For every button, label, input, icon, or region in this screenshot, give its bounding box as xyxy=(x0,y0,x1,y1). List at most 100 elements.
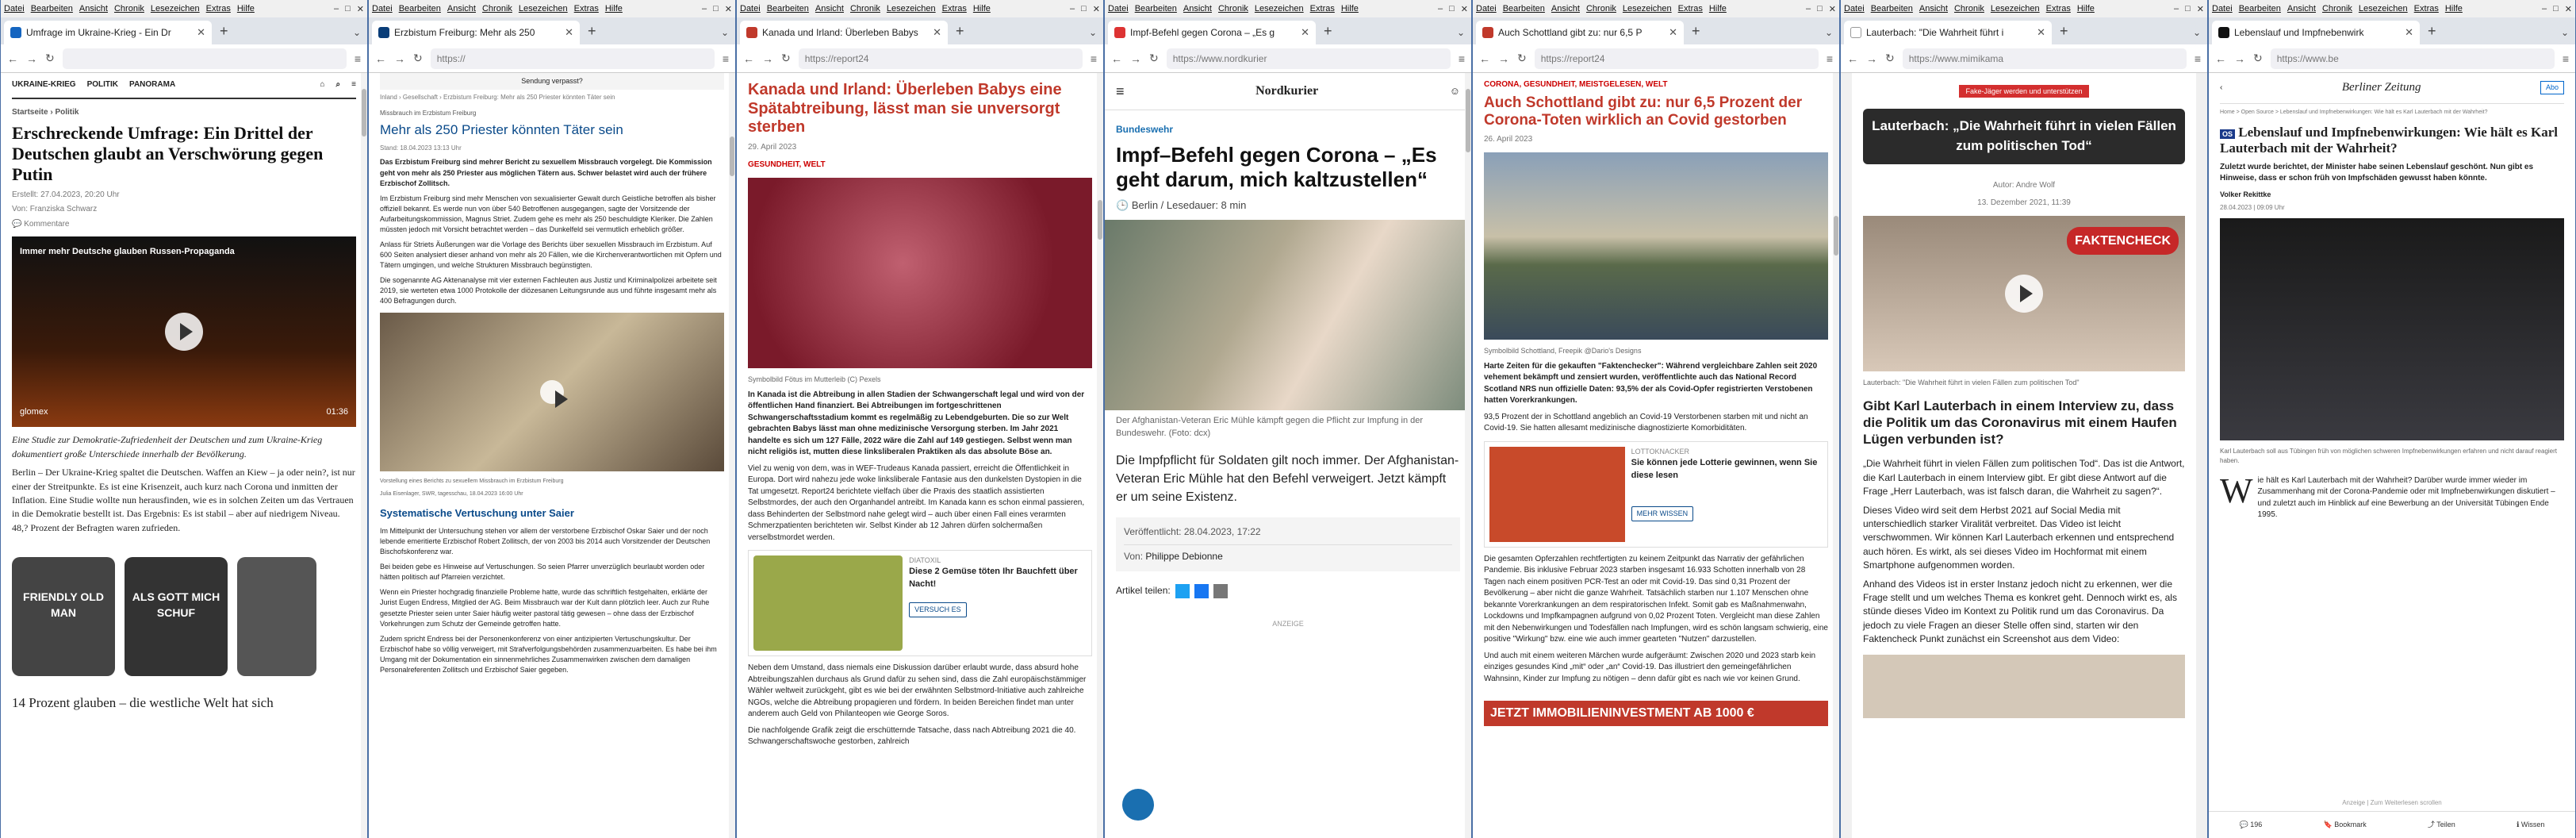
menu-history[interactable]: Chronik xyxy=(482,4,512,13)
reload-icon[interactable]: ↻ xyxy=(781,52,791,65)
product-ad[interactable]: FRIENDLY OLD MAN ALS GOTT MICH SCHUF xyxy=(12,557,356,677)
minimize-icon[interactable]: – xyxy=(2542,4,2547,14)
shirt-ad-1[interactable]: FRIENDLY OLD MAN xyxy=(12,557,115,677)
menu-help[interactable]: Hilfe xyxy=(1341,4,1359,13)
menu-icon[interactable]: ≡ xyxy=(723,52,729,65)
back-icon[interactable]: ← xyxy=(2215,52,2226,65)
new-tab-icon[interactable]: + xyxy=(1319,23,1337,44)
menu-bookmarks[interactable]: Lesezeichen xyxy=(887,4,936,13)
menu-edit[interactable]: Bearbeiten xyxy=(399,4,441,13)
menu-icon[interactable]: ≡ xyxy=(1091,52,1097,65)
menu-tools[interactable]: Extras xyxy=(942,4,967,13)
url-bar[interactable]: https://www.mimikama xyxy=(1902,48,2187,69)
menu-tools[interactable]: Extras xyxy=(2414,4,2439,13)
menu-help[interactable]: Hilfe xyxy=(1709,4,1727,13)
bookmark-button[interactable]: 🔖 Bookmark xyxy=(2324,820,2367,830)
video-player[interactable]: Immer mehr Deutsche glauben Russen-Propa… xyxy=(12,236,356,428)
email-icon[interactable] xyxy=(1213,583,1228,598)
comments-link[interactable]: 💬 Kommentare xyxy=(12,219,356,231)
menu-history[interactable]: Chronik xyxy=(1586,4,1616,13)
menu-edit[interactable]: Bearbeiten xyxy=(1871,4,1913,13)
site-logo[interactable]: Nordkurier xyxy=(1125,82,1450,100)
play-icon[interactable] xyxy=(540,380,568,409)
play-icon[interactable] xyxy=(2005,274,2043,313)
back-icon[interactable]: ← xyxy=(1847,52,1858,65)
scrollbar[interactable] xyxy=(1097,73,1103,838)
close-window-icon[interactable]: ✕ xyxy=(2197,4,2204,14)
maximize-icon[interactable]: □ xyxy=(2553,4,2559,14)
close-window-icon[interactable]: ✕ xyxy=(357,4,364,14)
menu-bookmarks[interactable]: Lesezeichen xyxy=(151,4,200,13)
menu-edit[interactable]: Bearbeiten xyxy=(767,4,809,13)
back-icon[interactable]: ← xyxy=(7,52,18,65)
minimize-icon[interactable]: – xyxy=(1070,4,1075,14)
menu-view[interactable]: Ansicht xyxy=(815,4,844,13)
article-author[interactable]: Volker Rekittke xyxy=(2220,190,2564,200)
menu-icon[interactable]: ≡ xyxy=(1827,52,1833,65)
menu-help[interactable]: Hilfe xyxy=(237,4,255,13)
nav-link[interactable]: PANORAMA xyxy=(129,79,175,91)
close-tab-icon[interactable]: ✕ xyxy=(565,26,573,39)
tab-list-icon[interactable]: ⌄ xyxy=(1819,27,1839,44)
menu-file[interactable]: Datei xyxy=(1844,4,1865,13)
ad-button[interactable]: VERSUCH ES xyxy=(909,602,967,618)
hamburger-icon[interactable]: ≡ xyxy=(351,79,356,91)
close-tab-icon[interactable]: ✕ xyxy=(197,26,205,39)
menu-file[interactable]: Datei xyxy=(4,4,25,13)
scrollbar[interactable] xyxy=(1465,73,1471,838)
menu-help[interactable]: Hilfe xyxy=(973,4,991,13)
facebook-icon[interactable] xyxy=(1194,583,1209,598)
url-bar[interactable]: https://report24 xyxy=(1534,48,1819,69)
new-tab-icon[interactable]: + xyxy=(583,23,601,44)
close-tab-icon[interactable]: ✕ xyxy=(2037,26,2045,39)
minimize-icon[interactable]: – xyxy=(702,4,707,14)
menu-history[interactable]: Chronik xyxy=(1954,4,1984,13)
menu-history[interactable]: Chronik xyxy=(2322,4,2352,13)
shirt-ad-3[interactable] xyxy=(237,557,316,677)
url-bar[interactable]: https://www.nordkurier xyxy=(1166,48,1451,69)
menu-bookmarks[interactable]: Lesezeichen xyxy=(1991,4,2040,13)
reload-icon[interactable]: ↻ xyxy=(1517,52,1527,65)
maximize-icon[interactable]: □ xyxy=(1449,4,1455,14)
browser-tab[interactable]: Umfrage im Ukraine-Krieg - Ein Dr ✕ xyxy=(4,21,212,44)
close-tab-icon[interactable]: ✕ xyxy=(1301,26,1309,39)
minimize-icon[interactable]: – xyxy=(1806,4,1811,14)
scrollbar[interactable] xyxy=(1833,73,1839,838)
menu-view[interactable]: Ansicht xyxy=(1183,4,1212,13)
new-tab-icon[interactable]: + xyxy=(1687,23,1705,44)
close-window-icon[interactable]: ✕ xyxy=(2565,4,2572,14)
new-tab-icon[interactable]: + xyxy=(215,23,233,44)
tab-list-icon[interactable]: ⌄ xyxy=(347,27,367,44)
menu-help[interactable]: Hilfe xyxy=(605,4,623,13)
breadcrumb-item[interactable]: Politik xyxy=(55,108,79,117)
url-bar[interactable]: https://www.be xyxy=(2270,48,2555,69)
share-button[interactable]: ⤴ Teilen xyxy=(2428,820,2455,830)
close-tab-icon[interactable]: ✕ xyxy=(1669,26,1677,39)
reload-icon[interactable]: ↻ xyxy=(413,52,423,65)
forward-icon[interactable]: → xyxy=(394,52,405,65)
menu-tools[interactable]: Extras xyxy=(574,4,599,13)
reload-icon[interactable]: ↻ xyxy=(1885,52,1895,65)
forward-icon[interactable]: → xyxy=(1866,52,1877,65)
menu-icon[interactable]: ≡ xyxy=(1459,52,1465,65)
site-logo[interactable]: Berliner Zeitung xyxy=(2222,79,2540,97)
home-icon[interactable]: ⌂ xyxy=(320,79,325,91)
close-tab-icon[interactable]: ✕ xyxy=(2405,26,2413,39)
close-window-icon[interactable]: ✕ xyxy=(725,4,732,14)
abo-button[interactable]: Abo xyxy=(2540,81,2564,95)
close-window-icon[interactable]: ✕ xyxy=(1461,4,1468,14)
browser-tab[interactable]: Lauterbach: "Die Wahrheit führt i ✕ xyxy=(1844,21,2052,44)
breadcrumb-item[interactable]: Erzbistum Freiburg: Mehr als 250 Prieste… xyxy=(443,94,615,101)
maximize-icon[interactable]: □ xyxy=(713,4,719,14)
breadcrumb-item[interactable]: Startseite xyxy=(12,108,48,117)
scrollbar[interactable] xyxy=(729,73,735,838)
sponsored-ad[interactable]: LOTTOKNACKER Sie können jede Lotterie ge… xyxy=(1484,440,1828,548)
minimize-icon[interactable]: – xyxy=(1438,4,1443,14)
shirt-ad-2[interactable]: ALS GOTT MICH SCHUF xyxy=(125,557,228,677)
forward-icon[interactable]: → xyxy=(2234,52,2245,65)
sponsored-ad[interactable]: DIATOXIL Diese 2 Gemüse töten Ihr Bauchf… xyxy=(748,550,1092,657)
search-icon[interactable]: ⌕ xyxy=(336,79,341,91)
breadcrumb[interactable]: Home > Open Source > Lebenslauf und Impf… xyxy=(2220,109,2564,117)
play-icon[interactable] xyxy=(165,313,203,352)
menu-view[interactable]: Ansicht xyxy=(1919,4,1948,13)
